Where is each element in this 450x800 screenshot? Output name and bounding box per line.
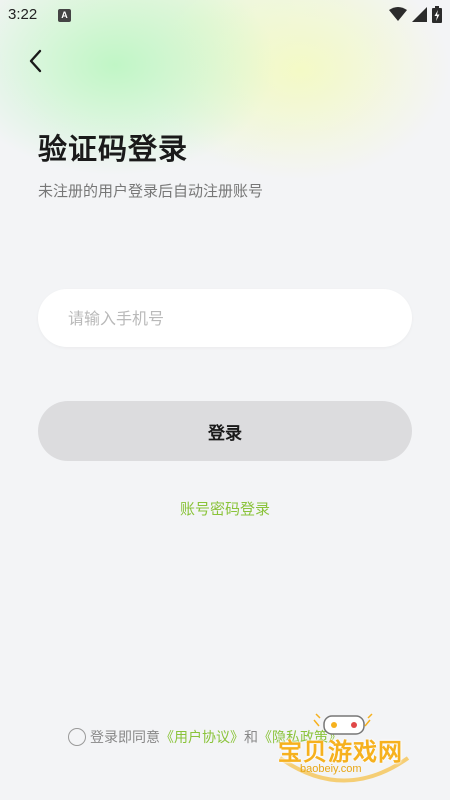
agreement-prefix: 登录即同意 (90, 730, 160, 746)
agreement-row: 登录即同意 《用户协议》 和 《隐私政策》 (68, 727, 342, 747)
watermark-url: baobeiy.com (300, 763, 362, 775)
login-screen: 3:22 A 验证码登录 未注册的用户登录后自动注册账号 登录 账号 (0, 0, 450, 800)
page-title: 验证码登录 (38, 132, 189, 166)
status-bar: 3:22 A (0, 0, 450, 30)
status-icons (389, 6, 442, 23)
privacy-policy-link[interactable]: 《隐私政策》 (258, 727, 342, 747)
password-login-link[interactable]: 账号密码登录 (0, 498, 450, 519)
login-button[interactable]: 登录 (38, 401, 412, 461)
watermark: 宝贝游戏网 baobeiy.com (274, 708, 414, 790)
agree-checkbox[interactable] (68, 728, 86, 746)
watermark-gamepad-icon (278, 713, 410, 783)
phone-input-container (38, 289, 412, 347)
back-button[interactable] (20, 46, 50, 76)
user-agreement-link[interactable]: 《用户协议》 (160, 727, 244, 747)
status-time: 3:22 (8, 6, 38, 23)
chevron-left-icon (29, 49, 42, 73)
notification-icon: A (58, 9, 71, 22)
phone-input[interactable] (38, 289, 412, 347)
page-subtitle: 未注册的用户登录后自动注册账号 (38, 182, 264, 200)
wifi-icon (389, 7, 407, 21)
background-gradient (0, 0, 450, 800)
signal-icon (412, 7, 427, 22)
battery-charging-icon (432, 6, 442, 23)
agreement-conjunction: 和 (244, 730, 258, 746)
